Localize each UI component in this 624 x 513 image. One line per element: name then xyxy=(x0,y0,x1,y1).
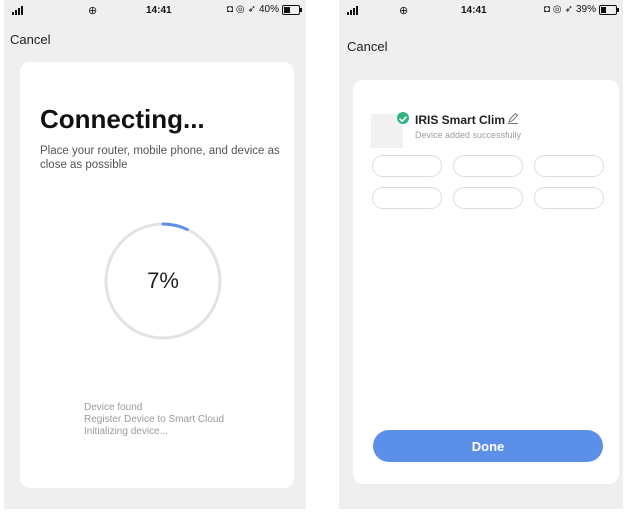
connecting-screen: ⊕ 14:41 ◘ ◎ ➶ 40% Cancel Connecting... P… xyxy=(4,0,306,509)
link-icon: ⊕ xyxy=(88,5,98,17)
connecting-instructions: Place your router, mobile phone, and dev… xyxy=(40,145,280,171)
success-check-icon xyxy=(397,112,409,124)
connection-steps: Device found Register Device to Smart Cl… xyxy=(84,402,224,438)
done-button[interactable]: Done xyxy=(373,430,603,462)
signal-icon xyxy=(12,6,23,15)
battery-percent: 39% xyxy=(575,4,596,15)
page-title: Connecting... xyxy=(40,104,205,134)
status-bar: ⊕ 14:41 ◘ ◎ ➶ 39% xyxy=(339,0,623,22)
step-register-device: Register Device to Smart Cloud xyxy=(84,414,225,425)
device-name: IRIS Smart Clim xyxy=(415,113,506,127)
room-pill[interactable] xyxy=(372,155,442,177)
location-icon: ➶ xyxy=(247,4,256,15)
edit-pencil-icon[interactable] xyxy=(507,112,519,124)
room-pill[interactable] xyxy=(453,187,523,209)
room-placeholder-grid xyxy=(372,155,605,209)
lock-rotation-icon: ◎ xyxy=(552,4,562,15)
room-pill[interactable] xyxy=(372,187,442,209)
battery-percent: 40% xyxy=(258,4,279,15)
status-time: 14:41 xyxy=(146,5,172,16)
battery-icon xyxy=(599,4,619,15)
device-status: Device added successfully xyxy=(415,130,522,140)
cancel-button[interactable]: Cancel xyxy=(347,39,387,54)
status-right: ◘ ◎ ➶ 40% xyxy=(226,4,302,15)
connecting-card: Connecting... Place your router, mobile … xyxy=(20,62,294,488)
lock-rotation-icon: ◎ xyxy=(235,4,245,15)
status-time: 14:41 xyxy=(461,5,487,16)
signal-icon xyxy=(347,6,358,15)
status-bar: ⊕ 14:41 ◘ ◎ ➶ 40% xyxy=(4,0,306,22)
step-device-found: Device found xyxy=(84,402,143,413)
device-added-card: IRIS Smart Clim Device added successfull… xyxy=(353,80,619,484)
progress-percent: 7% xyxy=(147,268,179,293)
step-initializing-device: Initializing device... xyxy=(84,426,168,437)
room-pill[interactable] xyxy=(534,187,604,209)
device-added-screen: ⊕ 14:41 ◘ ◎ ➶ 39% Cancel IRIS Smart Clim… xyxy=(339,0,623,509)
cancel-button[interactable]: Cancel xyxy=(10,32,50,47)
status-right: ◘ ◎ ➶ 39% xyxy=(543,4,619,15)
alarm-icon: ◘ xyxy=(226,4,233,15)
alarm-icon: ◘ xyxy=(543,4,550,15)
room-pill[interactable] xyxy=(534,155,604,177)
battery-icon xyxy=(282,4,302,15)
link-icon: ⊕ xyxy=(399,5,409,17)
room-pill[interactable] xyxy=(453,155,523,177)
location-icon: ➶ xyxy=(564,4,573,15)
